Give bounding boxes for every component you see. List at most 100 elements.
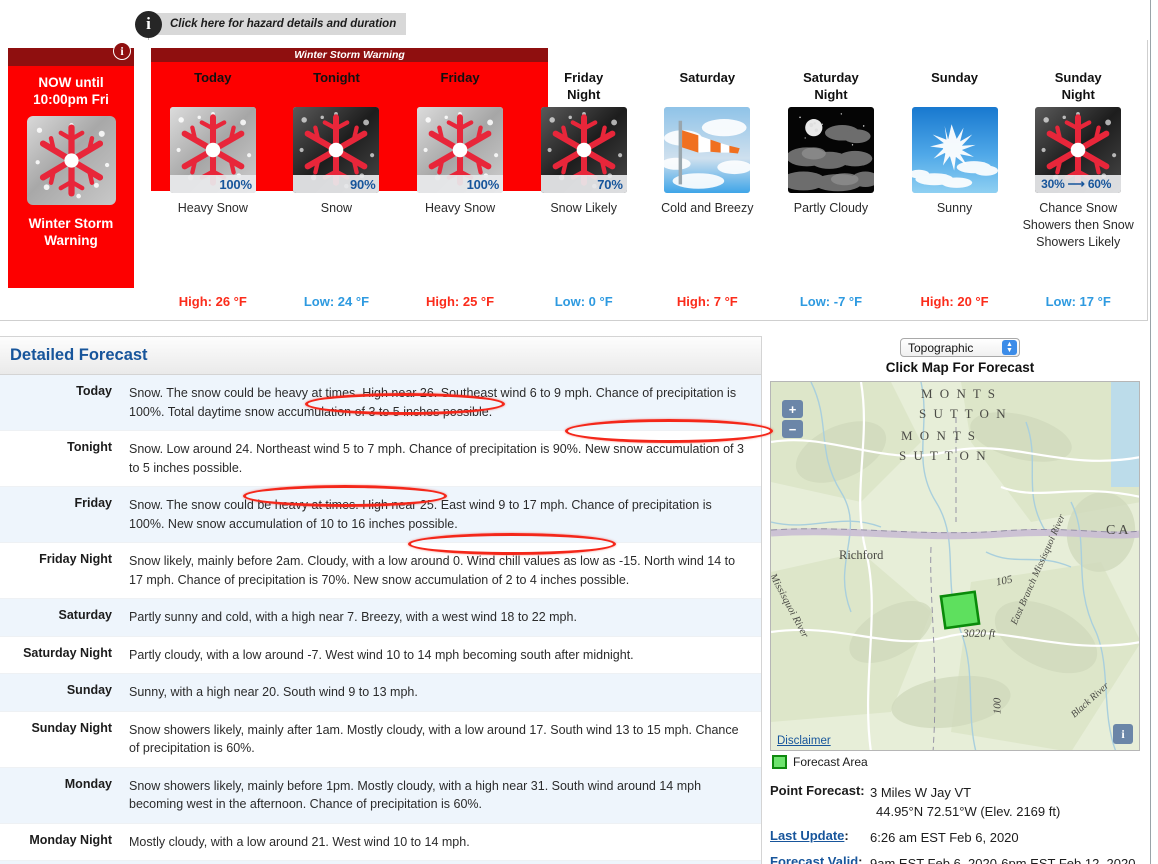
point-forecast-info: Point Forecast: 3 Miles W Jay VT 44.95°N…: [770, 783, 1150, 864]
forecast-detail-row: Saturday Night Partly cloudy, with a low …: [0, 637, 761, 674]
windsock-icon: [664, 107, 751, 193]
forecast-condition-label: Chance Snow Showers then Snow Showers Li…: [1022, 201, 1134, 249]
info-icon: i: [135, 10, 162, 38]
forecast-detail-row: Sunday Sunny, with a high near 20. South …: [0, 674, 761, 712]
last-update-link[interactable]: Last Update:: [770, 828, 870, 847]
zoom-in-button[interactable]: +: [782, 400, 803, 418]
forecast-detail-text: Snow likely, mainly before 2am. Cloudy, …: [129, 554, 736, 587]
forecast-temperature: Low: 24 °F: [303, 294, 370, 309]
map-legend-label: Forecast Area: [793, 755, 868, 769]
forecast-day-label: Saturday: [679, 70, 736, 85]
forecast-column-today[interactable]: Today 100% Heavy Snow High: 26 °F: [151, 48, 275, 309]
forecast-temperature: High: 20 °F: [920, 294, 989, 309]
forecast-temperature: Low: 17 °F: [1045, 294, 1111, 309]
forecast-day-label: Sunday: [931, 70, 979, 85]
forecast-column-tonight[interactable]: Tonight 90% Snow Low: 24 °F: [275, 48, 399, 309]
forecast-detail-text: Snow showers likely, mainly before 1pm. …: [129, 778, 702, 812]
hazard-card-titlebar: i: [8, 42, 134, 66]
map-disclaimer-link[interactable]: Disclaimer: [777, 735, 831, 747]
forecast-column-saturday[interactable]: Saturday Cold and Breezy High: 7 °F: [646, 48, 770, 309]
forecast-detail-row: Tonight Snow. Low around 24. Northeast wi…: [0, 431, 761, 487]
hazard-details-tooltip[interactable]: i Click here for hazard details and dura…: [135, 10, 407, 38]
snow-night-icon: 90%: [293, 107, 380, 193]
forecast-detail-row: Friday Night Snow likely, mainly before 2…: [0, 543, 761, 599]
forecast-condition-label: Cold and Breezy: [661, 201, 754, 215]
page-right-frame: [1150, 0, 1158, 864]
forecast-detail-label: Tonight: [67, 440, 112, 454]
snow-day-icon: 100%: [417, 107, 504, 193]
forecast-detail-label: Saturday Night: [23, 645, 112, 660]
forecast-detail-text: Snow. The snow could be heavy at times. …: [129, 386, 737, 419]
forecast-detail-label: Monday: [64, 776, 112, 791]
forecast-detail-label: Saturday: [58, 608, 113, 622]
point-forecast-place: 3 Miles W Jay VT: [870, 785, 972, 800]
map-zoom-controls[interactable]: + −: [782, 400, 803, 440]
snowflake-icon: [26, 116, 116, 205]
forecast-temperature: Low: -7 °F: [799, 294, 863, 309]
forecast-column-friday-night[interactable]: Friday Night 70% Snow Likely Low: 0 °F: [522, 48, 646, 309]
precip-probability-badge: 100%: [169, 175, 256, 193]
precip-probability-badge: 30% ⟶ 60%: [1035, 175, 1122, 193]
forecast-temperature: High: 26 °F: [178, 294, 247, 309]
point-forecast-key: Point Forecast:: [770, 783, 865, 798]
zoom-out-button[interactable]: −: [782, 420, 803, 438]
forecast-temperature: High: 25 °F: [426, 294, 495, 309]
point-forecast-value: 3 Miles W Jay VT 44.95°N 72.51°W (Elev. …: [870, 783, 1060, 821]
basemap-select-row: Topographic ▲ ▼: [770, 336, 1150, 357]
forecast-detail-text: Sunny, with a high near 20. South wind 9…: [129, 685, 418, 699]
forecast-column-sunday-night[interactable]: Sunday Night 30% ⟶ 60% Chance Snow Showers …: [1016, 48, 1140, 309]
forecast-day-label: Friday: [440, 70, 480, 85]
forecast-column-friday[interactable]: Friday 100% Heavy Snow High: 25 °F: [398, 48, 522, 309]
forecast-valid-link[interactable]: Forecast Valid:: [770, 854, 870, 864]
forecast-column-sunday[interactable]: Sunday Sunny High: 20 °F: [893, 48, 1017, 309]
map-panel: Topographic ▲ ▼ Click Map For Forecast +…: [770, 336, 1150, 864]
forecast-detail-row: Monday Night Mostly cloudy, with a low ar…: [0, 824, 761, 861]
detailed-forecast-panel: Detailed Forecast Today Snow. The snow co…: [0, 336, 762, 864]
forecast-day-label: Saturday Night: [803, 70, 859, 102]
forecast-area-swatch-icon: [772, 755, 787, 769]
forecast-condition-label: Sunny: [936, 201, 973, 215]
last-update-value: 6:26 am EST Feb 6, 2020: [870, 830, 1019, 845]
hazard-name: Winter Storm Warning: [8, 215, 134, 249]
forecast-condition-label: Heavy Snow: [177, 201, 248, 215]
sun-icon: [911, 107, 998, 193]
detailed-forecast-header: Detailed Forecast: [0, 337, 761, 375]
basemap-select[interactable]: Topographic ▲ ▼: [900, 338, 1020, 357]
map-info-icon[interactable]: i: [1113, 724, 1133, 744]
info-icon[interactable]: i: [113, 42, 131, 60]
forecast-map[interactable]: + − M O N T S S U T T O N M O N T S S U …: [770, 381, 1140, 751]
forecast-detail-row: Friday Snow. The snow could be heavy at t…: [0, 487, 761, 543]
forecast-column-saturday-night[interactable]: Saturday Night Partly Cloudy Low: -7 °F: [769, 48, 893, 309]
forecast-detail-label: Friday: [74, 496, 112, 510]
forecast-detail-text: Snow showers likely, mainly after 1am. M…: [129, 722, 739, 756]
hazard-name-line1: Winter Storm: [28, 216, 114, 231]
map-legend: Forecast Area: [770, 755, 1150, 769]
snow-night-icon: 70%: [540, 107, 627, 193]
forecast-detail-row: Today Snow. The snow could be heavy at ti…: [0, 375, 761, 431]
forecast-columns: Today 100% Heavy Snow High: 26 °F Tonight 90%…: [151, 48, 1140, 309]
hazard-when: NOW until 10:00pm Fri: [8, 74, 134, 108]
forecast-detail-text: Partly sunny and cold, with a high near …: [129, 610, 577, 624]
point-forecast-coords: 44.95°N 72.51°W (Elev. 2169 ft): [876, 804, 1061, 819]
forecast-day-label: Sunday Night: [1054, 70, 1102, 102]
forecast-condition-label: Snow Likely: [550, 201, 618, 215]
forecast-page: i Click here for hazard details and dura…: [0, 0, 1158, 864]
snow-day-icon: 100%: [169, 107, 256, 193]
forecast-detail-row: Sunday Night Snow showers likely, mainly …: [0, 712, 761, 768]
forecast-day-label: Tonight: [313, 70, 360, 85]
active-hazard-card[interactable]: i NOW until 10:00pm Fri Winter Storm War…: [8, 42, 134, 288]
forecast-valid-value: 9am EST Feb 6, 2020-6pm EST Feb 12, 2020: [870, 856, 1136, 864]
forecast-detail-label: Sunday: [66, 683, 112, 697]
forecast-detail-row: Saturday Partly sunny and cold, with a hi…: [0, 599, 761, 637]
hazard-when-line1: NOW until: [38, 75, 104, 90]
basemap-select-value: Topographic: [908, 340, 974, 355]
forecast-detail-label: Today: [76, 384, 112, 398]
forecast-condition-label: Partly Cloudy: [793, 201, 869, 215]
forecast-condition-label: Heavy Snow: [424, 201, 496, 215]
hazard-tooltip-label: Click here for hazard details and durati…: [152, 13, 407, 35]
precip-probability-badge: 70%: [540, 175, 627, 193]
forecast-detail-label: Friday Night: [39, 552, 112, 566]
detailed-forecast-rows: Today Snow. The snow could be heavy at ti…: [0, 375, 761, 864]
hazard-name-line2: Warning: [44, 233, 98, 248]
point-forecast-row: Point Forecast: 3 Miles W Jay VT 44.95°N…: [770, 783, 1150, 821]
